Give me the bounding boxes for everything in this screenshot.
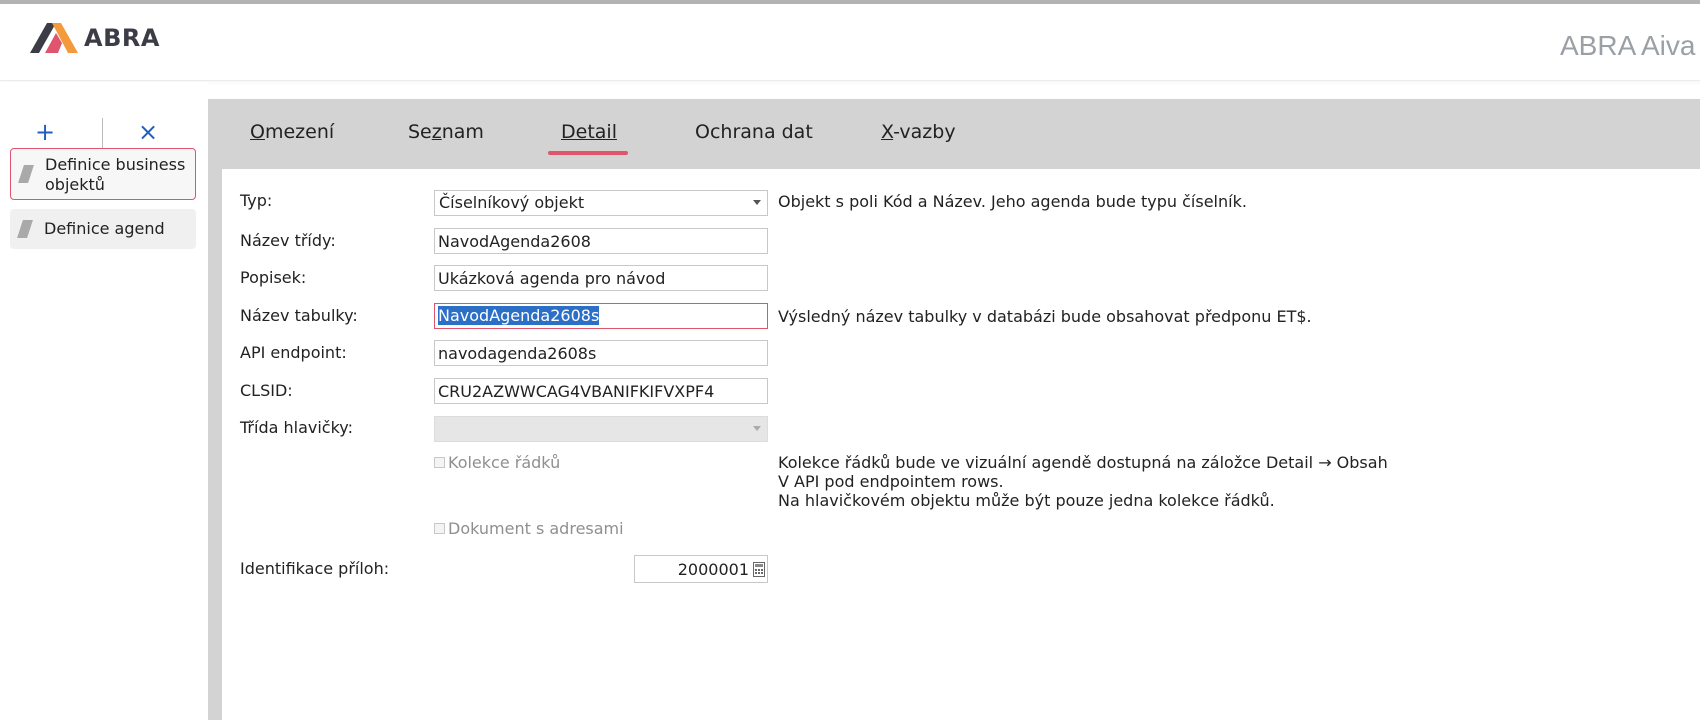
tab-x-vazby[interactable]: X-vazby xyxy=(881,121,956,143)
nav-item-label: Definice agend xyxy=(44,219,165,238)
tab-label: mezení xyxy=(264,121,335,143)
delete-button[interactable]: × xyxy=(128,112,168,152)
tab-label-mnemonic: Detail xyxy=(561,121,617,143)
popisek-label: Popisek: xyxy=(240,268,307,287)
app-header: ABRA ABRA Aiva xyxy=(0,4,1700,81)
kolekce-radku-label: Kolekce řádků xyxy=(448,453,561,472)
kolekce-radku-checkbox[interactable] xyxy=(434,457,445,468)
tab-label-mnemonic: z xyxy=(431,121,442,143)
popisek-input[interactable] xyxy=(434,265,768,291)
tab-omezeni[interactable]: Omezení xyxy=(250,121,334,143)
brand-name: ABRA xyxy=(84,24,160,52)
nav-item-agendas[interactable]: Definice agend xyxy=(10,209,196,249)
clsid-input[interactable] xyxy=(434,378,768,404)
tab-label-mnemonic: O xyxy=(250,121,265,143)
identifikace-priloh-label: Identifikace příloh: xyxy=(240,559,390,578)
nazev-tabulky-hint: Výsledný název tabulky v databázi bude o… xyxy=(778,307,1312,326)
chevron-down-icon xyxy=(753,426,761,431)
dokument-s-adresami-row[interactable]: Dokument s adresami xyxy=(434,519,624,538)
item-icon xyxy=(17,220,33,238)
kolekce-radku-hint-2: V API pod endpointem rows. xyxy=(778,472,1004,491)
nazev-tridy-label: Název třídy: xyxy=(240,231,336,250)
tab-label: nam xyxy=(441,121,484,143)
kolekce-radku-row[interactable]: Kolekce řádků xyxy=(434,453,560,472)
api-endpoint-label: API endpoint: xyxy=(240,343,347,362)
app-title: ABRA Aiva xyxy=(1560,30,1696,61)
kolekce-radku-hint-3: Na hlavičkovém objektu může být pouze je… xyxy=(778,491,1275,510)
tab-label: Se xyxy=(408,121,432,143)
tab-detail[interactable]: Detail xyxy=(561,121,617,143)
detail-form: Typ: Číselníkový objekt Objekt s poli Kó… xyxy=(222,169,1700,720)
typ-label: Typ: xyxy=(240,191,273,210)
tab-label: -vazby xyxy=(893,121,956,143)
chevron-down-icon[interactable] xyxy=(753,200,761,205)
identifikace-priloh-value: 2000001 xyxy=(677,560,749,579)
calculator-icon[interactable] xyxy=(753,562,765,577)
typ-hint: Objekt s poli Kód a Název. Jeho agenda b… xyxy=(778,192,1247,211)
main-area: Omezení Seznam Detail Ochrana dat X-vazb… xyxy=(208,99,1700,720)
identifikace-priloh-input[interactable]: 2000001 xyxy=(634,555,768,583)
left-panel: + × Definice business objektů Definice a… xyxy=(0,82,208,720)
clsid-label: CLSID: xyxy=(240,381,293,400)
dokument-s-adresami-label: Dokument s adresami xyxy=(448,519,624,538)
active-tab-indicator xyxy=(548,151,628,155)
nazev-tridy-input[interactable] xyxy=(434,228,768,254)
nazev-tabulky-label: Název tabulky: xyxy=(240,306,358,325)
typ-select-value: Číselníkový objekt xyxy=(439,193,585,212)
nazev-tabulky-input[interactable]: NavodAgenda2608s xyxy=(434,303,768,329)
tab-label: Ochrana dat xyxy=(695,121,813,143)
dokument-s-adresami-checkbox[interactable] xyxy=(434,523,445,534)
trida-hlavicky-select[interactable] xyxy=(434,416,768,442)
tab-label-mnemonic: X xyxy=(881,121,894,143)
abra-logo: ABRA xyxy=(30,22,160,54)
kolekce-radku-hint-1: Kolekce řádků bude ve vizuální agendě do… xyxy=(778,453,1388,472)
trida-hlavicky-label: Třída hlavičky: xyxy=(240,418,353,437)
typ-select[interactable]: Číselníkový objekt xyxy=(434,190,768,216)
item-icon xyxy=(18,165,34,183)
selected-text: NavodAgenda2608s xyxy=(438,306,600,325)
nav-item-business-objects[interactable]: Definice business objektů xyxy=(10,148,196,200)
add-button[interactable]: + xyxy=(25,112,65,152)
tab-seznam[interactable]: Seznam xyxy=(408,121,484,143)
tab-ochrana-dat[interactable]: Ochrana dat xyxy=(695,121,813,143)
toolbar-divider xyxy=(102,118,103,148)
nav-item-label: Definice business objektů xyxy=(45,155,186,194)
api-endpoint-input[interactable] xyxy=(434,340,768,366)
tab-bar: Omezení Seznam Detail Ochrana dat X-vazb… xyxy=(208,99,1700,169)
abra-logo-icon xyxy=(30,23,78,53)
left-toolbar: + × xyxy=(10,112,196,152)
